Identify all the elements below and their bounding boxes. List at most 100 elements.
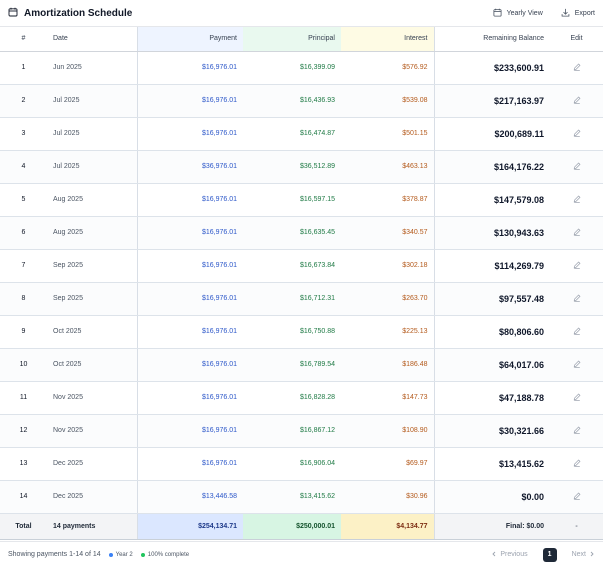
totals-payment: $254,134.71: [136, 512, 243, 540]
cell-payment: $16,976.01: [136, 84, 243, 118]
cell-payment: $16,976.01: [136, 447, 243, 481]
cell-number: 2: [0, 84, 47, 118]
cell-balance: $164,176.22: [434, 150, 550, 184]
totals-count: 14 payments: [47, 512, 137, 540]
col-header-payment: Payment: [136, 27, 243, 52]
cell-principal: $16,399.09: [243, 51, 341, 85]
cell-balance: $64,017.06: [434, 348, 550, 382]
yearly-view-button[interactable]: Yearly View: [493, 8, 543, 19]
cell-number: 9: [0, 315, 47, 349]
table-row: 4 Jul 2025 $36,976.01 $36,512.89 $463.13…: [0, 150, 603, 184]
table-row: 14 Dec 2025 $13,446.58 $13,415.62 $30.96…: [0, 480, 603, 514]
cell-payment: $16,976.01: [136, 348, 243, 382]
cell-edit: [550, 315, 603, 349]
cell-payment: $16,976.01: [136, 249, 243, 283]
cell-principal: $16,712.31: [243, 282, 341, 316]
cell-interest: $30.96: [341, 480, 435, 514]
totals-row: Total 14 payments $254,134.71 $250,000.0…: [0, 512, 603, 540]
page-number-current[interactable]: 1: [542, 547, 557, 562]
cell-payment: $16,976.01: [136, 183, 243, 217]
totals-label: Total: [0, 512, 47, 540]
cell-edit: [550, 414, 603, 448]
cell-payment: $36,976.01: [136, 150, 243, 184]
cell-edit: [550, 282, 603, 316]
page-title: Amortization Schedule: [24, 7, 133, 19]
pencil-icon[interactable]: [573, 492, 581, 500]
cell-payment: $16,976.01: [136, 51, 243, 85]
pencil-icon[interactable]: [573, 360, 581, 368]
cell-principal: $16,474.87: [243, 117, 341, 151]
pencil-icon[interactable]: [573, 129, 581, 137]
totals-edit: -: [550, 512, 603, 540]
pencil-icon[interactable]: [573, 195, 581, 203]
cell-payment: $16,976.01: [136, 117, 243, 151]
col-header-interest: Interest: [341, 27, 435, 52]
cell-balance: $0.00: [434, 480, 550, 514]
cell-interest: $186.48: [341, 348, 435, 382]
cell-date: Aug 2025: [47, 183, 137, 217]
table-row: 6 Aug 2025 $16,976.01 $16,635.45 $340.57…: [0, 216, 603, 250]
cell-date: Nov 2025: [47, 414, 137, 448]
cell-principal: $16,867.12: [243, 414, 341, 448]
table-row: 9 Oct 2025 $16,976.01 $16,750.88 $225.13…: [0, 315, 603, 349]
legend-complete: 100% complete: [140, 551, 190, 558]
cell-payment: $16,976.01: [136, 315, 243, 349]
showing-text: Showing payments 1-14 of 14: [8, 551, 101, 558]
cell-principal: $16,906.04: [243, 447, 341, 481]
col-header-balance: Remaining Balance: [434, 27, 550, 52]
cell-number: 14: [0, 480, 47, 514]
cell-interest: $263.70: [341, 282, 435, 316]
cell-principal: $16,436.93: [243, 84, 341, 118]
col-header-principal: Principal: [243, 27, 341, 52]
cell-number: 8: [0, 282, 47, 316]
yearly-view-label: Yearly View: [506, 9, 543, 17]
amortization-table-container[interactable]: # Date Payment Principal Interest Remain…: [0, 27, 603, 540]
pencil-icon[interactable]: [573, 63, 581, 71]
table-row: 12 Nov 2025 $16,976.01 $16,867.12 $108.9…: [0, 414, 603, 448]
cell-principal: $16,750.88: [243, 315, 341, 349]
export-button[interactable]: Export: [561, 8, 595, 19]
cell-edit: [550, 216, 603, 250]
cell-principal: $16,635.45: [243, 216, 341, 250]
pencil-icon[interactable]: [573, 228, 581, 236]
previous-page-button[interactable]: Previous: [491, 551, 528, 559]
cell-number: 7: [0, 249, 47, 283]
table-row: 7 Sep 2025 $16,976.01 $16,673.84 $302.18…: [0, 249, 603, 283]
legend-complete-label: 100% complete: [147, 551, 190, 558]
table-row: 8 Sep 2025 $16,976.01 $16,712.31 $263.70…: [0, 282, 603, 316]
cell-edit: [550, 150, 603, 184]
cell-principal: $16,828.28: [243, 381, 341, 415]
next-page-button[interactable]: Next: [572, 551, 595, 559]
cell-interest: $501.15: [341, 117, 435, 151]
table-row: 2 Jul 2025 $16,976.01 $16,436.93 $539.08…: [0, 84, 603, 118]
cell-balance: $30,321.66: [434, 414, 550, 448]
cell-date: Dec 2025: [47, 480, 137, 514]
chevron-left-icon: [491, 551, 497, 559]
cell-payment: $16,976.01: [136, 216, 243, 250]
cell-number: 5: [0, 183, 47, 217]
pencil-icon[interactable]: [573, 393, 581, 401]
legend-dot-blue: [108, 552, 113, 557]
cell-interest: $108.90: [341, 414, 435, 448]
cell-number: 10: [0, 348, 47, 382]
legend-year-label: Year 2: [115, 551, 133, 558]
pencil-icon[interactable]: [573, 162, 581, 170]
cell-date: Oct 2025: [47, 348, 137, 382]
pencil-icon[interactable]: [573, 459, 581, 467]
table-row: 13 Dec 2025 $16,976.01 $16,906.04 $69.97…: [0, 447, 603, 481]
pencil-icon[interactable]: [573, 426, 581, 434]
cell-balance: $13,415.62: [434, 447, 550, 481]
cell-principal: $36,512.89: [243, 150, 341, 184]
pencil-icon[interactable]: [573, 294, 581, 302]
cell-date: Nov 2025: [47, 381, 137, 415]
pencil-icon[interactable]: [573, 327, 581, 335]
cell-date: Sep 2025: [47, 249, 137, 283]
cell-number: 6: [0, 216, 47, 250]
cell-edit: [550, 84, 603, 118]
pencil-icon[interactable]: [573, 96, 581, 104]
cell-number: 13: [0, 447, 47, 481]
pencil-icon[interactable]: [573, 261, 581, 269]
cell-date: Oct 2025: [47, 315, 137, 349]
cell-payment: $16,976.01: [136, 414, 243, 448]
cell-date: Sep 2025: [47, 282, 137, 316]
